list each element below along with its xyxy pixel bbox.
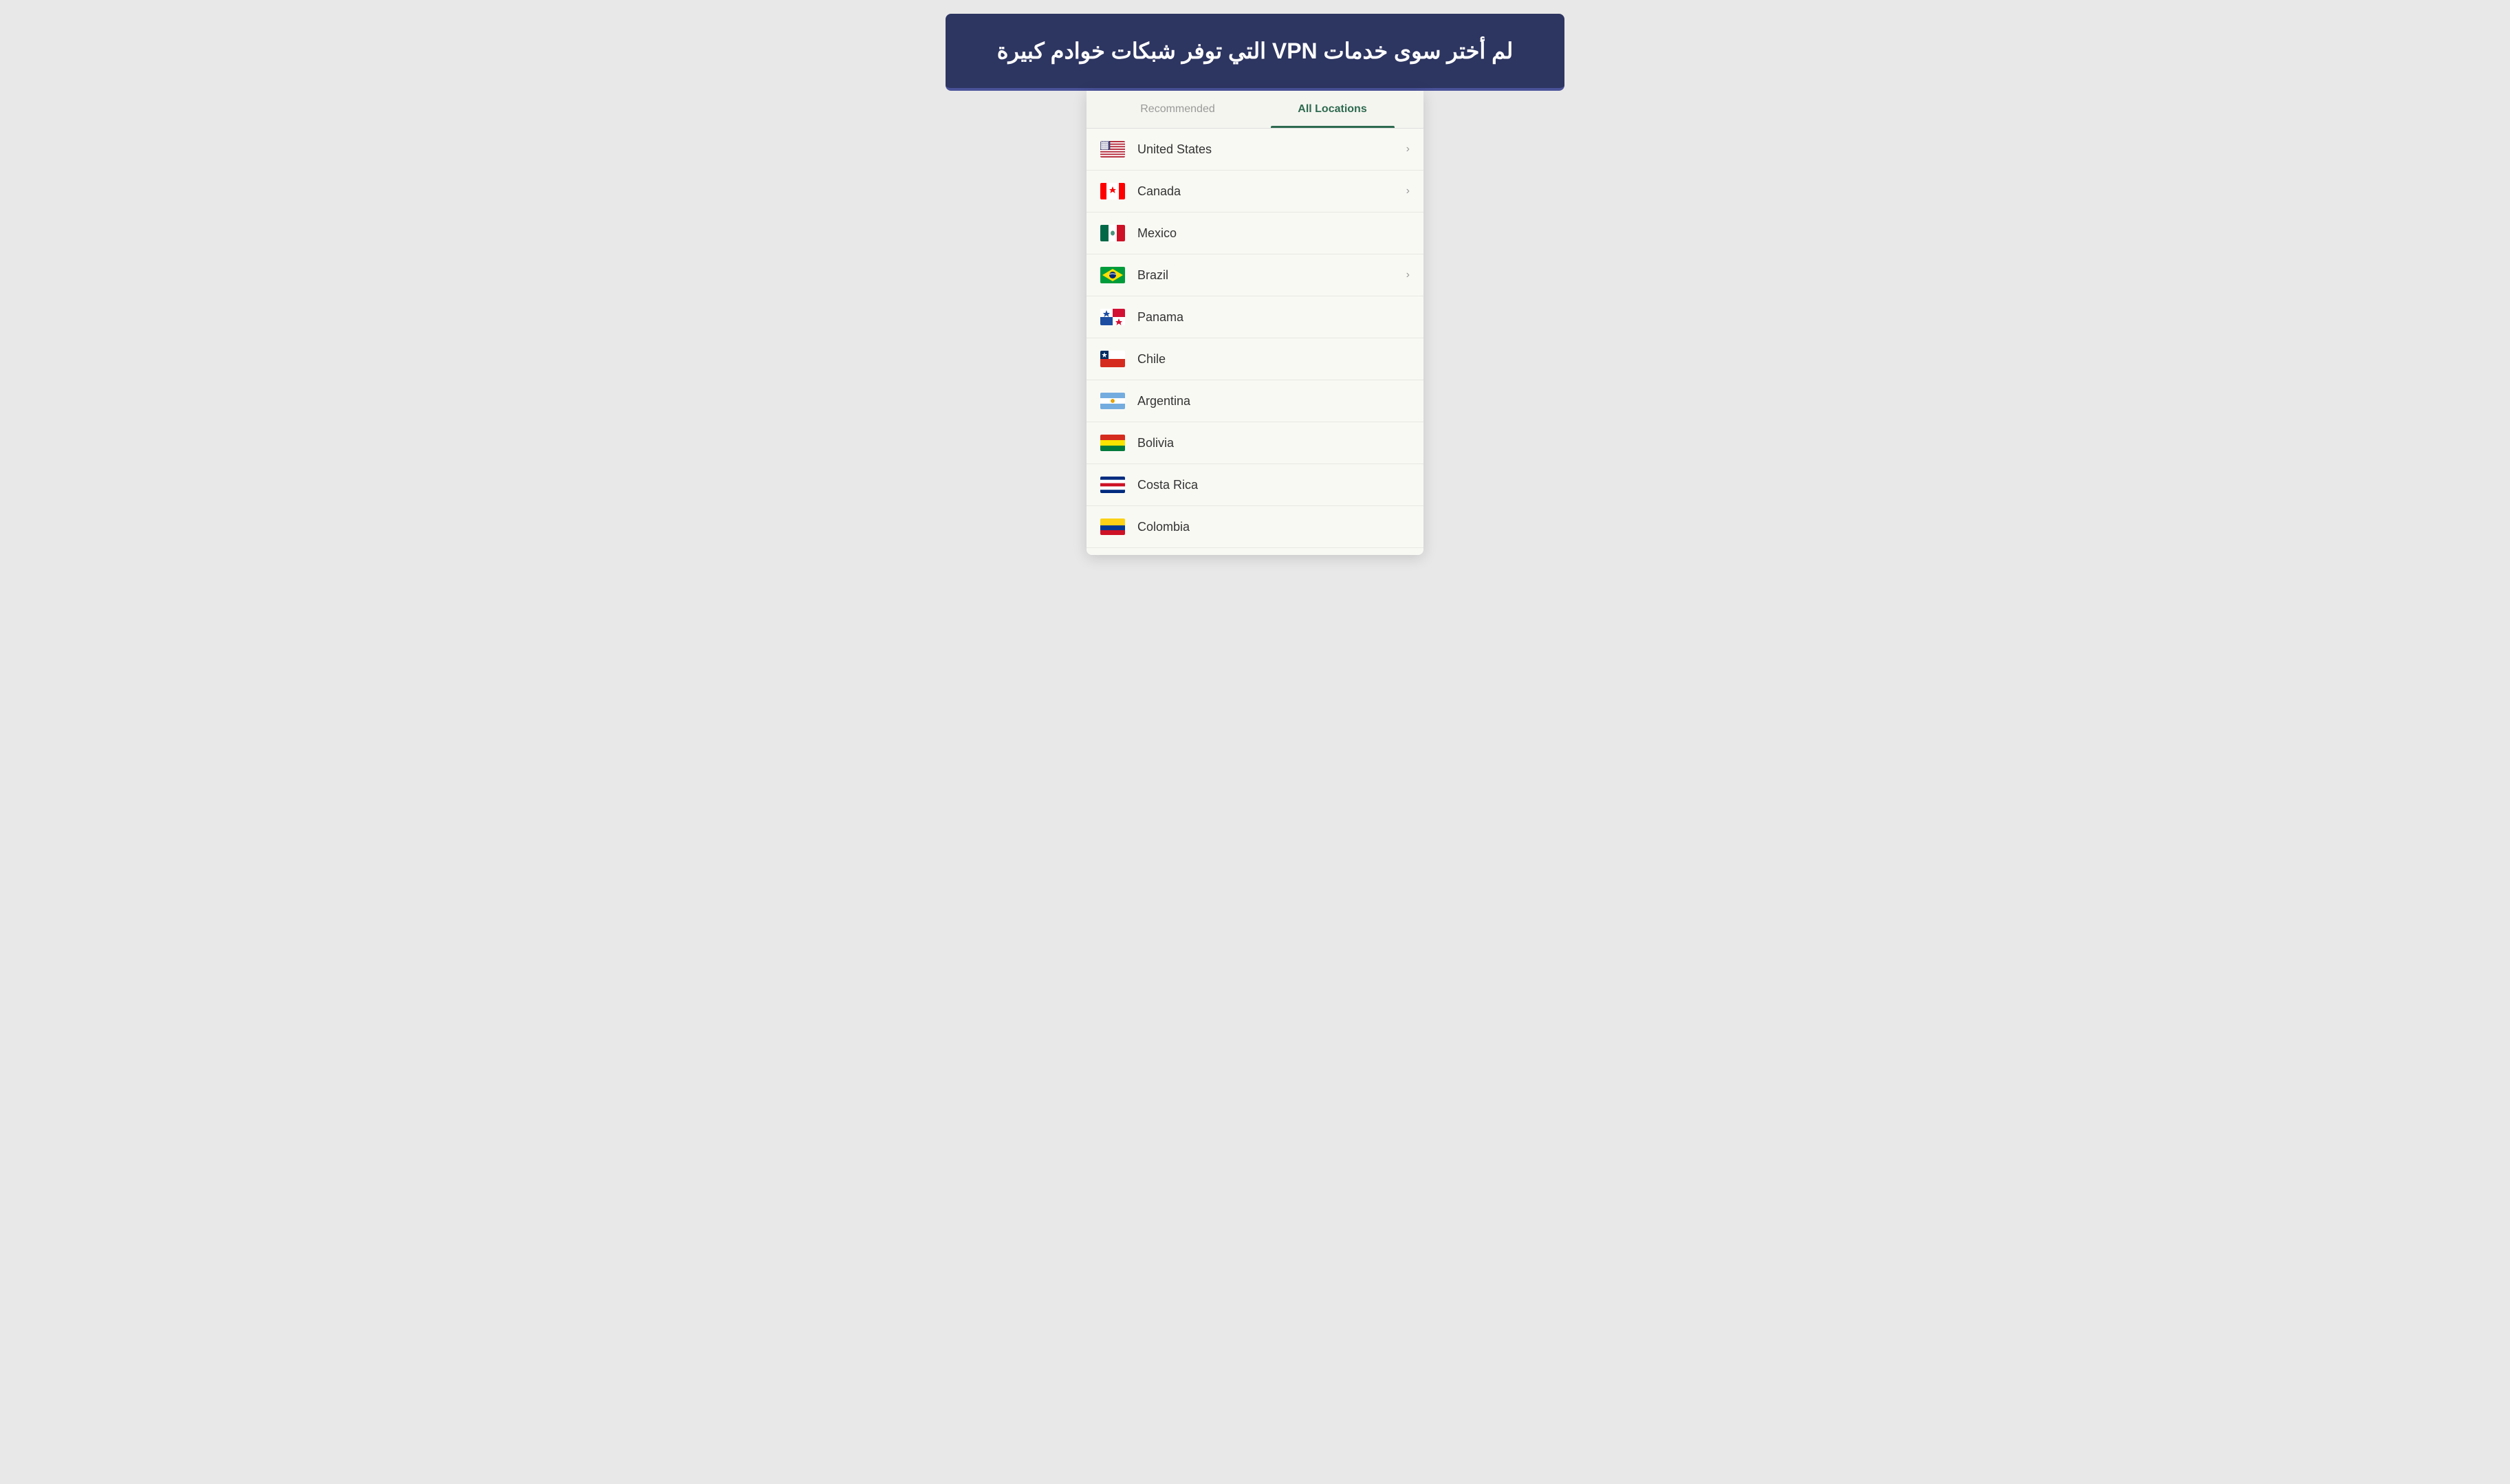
country-name-br: Brazil xyxy=(1137,268,1406,283)
chevron-icon-ca: › xyxy=(1406,185,1410,197)
flag-cl xyxy=(1100,351,1125,367)
location-item-bo[interactable]: Bolivia xyxy=(1087,422,1423,464)
flag-br xyxy=(1100,267,1125,283)
flag-pa xyxy=(1100,309,1125,325)
location-item-cl[interactable]: Chile xyxy=(1087,338,1423,380)
flag-ar xyxy=(1100,393,1125,409)
flag-mx xyxy=(1100,225,1125,241)
location-item-mx[interactable]: Mexico xyxy=(1087,212,1423,254)
chevron-icon-us: › xyxy=(1406,143,1410,155)
country-name-ar: Argentina xyxy=(1137,394,1410,408)
chevron-icon-br: › xyxy=(1406,269,1410,281)
location-item-ve[interactable]: Venezuela xyxy=(1087,548,1423,555)
flag-us xyxy=(1100,141,1125,157)
flag-co xyxy=(1100,519,1125,535)
country-name-cl: Chile xyxy=(1137,352,1410,367)
vpn-panel: Recommended All Locations xyxy=(1087,91,1423,555)
country-name-bo: Bolivia xyxy=(1137,436,1410,450)
header-banner: لم أختر سوى خدمات VPN التي توفر شبكات خو… xyxy=(946,14,1564,91)
location-item-co[interactable]: Colombia xyxy=(1087,506,1423,548)
flag-cr xyxy=(1100,477,1125,493)
location-item-cr[interactable]: Costa Rica xyxy=(1087,464,1423,506)
country-name-cr: Costa Rica xyxy=(1137,478,1410,492)
country-name-ca: Canada xyxy=(1137,184,1406,199)
flag-bo xyxy=(1100,435,1125,451)
country-name-pa: Panama xyxy=(1137,310,1410,325)
location-item-br[interactable]: Brazil › xyxy=(1087,254,1423,296)
country-name-us: United States xyxy=(1137,142,1406,157)
country-name-mx: Mexico xyxy=(1137,226,1410,241)
tab-all-locations[interactable]: All Locations xyxy=(1255,91,1410,128)
location-item-pa[interactable]: Panama xyxy=(1087,296,1423,338)
tabs-header: Recommended All Locations xyxy=(1087,91,1423,129)
location-item-ar[interactable]: Argentina xyxy=(1087,380,1423,422)
header-title: لم أختر سوى خدمات VPN التي توفر شبكات خو… xyxy=(980,34,1530,67)
locations-list[interactable]: United States › Canada › xyxy=(1087,129,1423,555)
location-item-us[interactable]: United States › xyxy=(1087,129,1423,171)
location-item-ca[interactable]: Canada › xyxy=(1087,171,1423,212)
country-name-co: Colombia xyxy=(1137,520,1410,534)
tab-recommended[interactable]: Recommended xyxy=(1100,91,1255,128)
flag-ca xyxy=(1100,183,1125,199)
